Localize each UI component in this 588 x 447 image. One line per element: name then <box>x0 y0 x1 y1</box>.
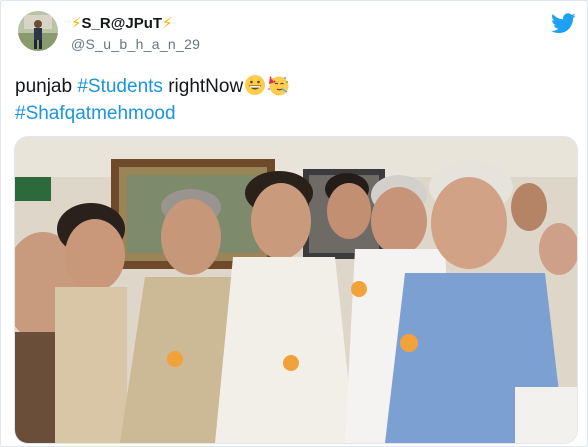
text-plain: rightNow <box>162 76 244 97</box>
tweet-text-line-1: punjab #Students rightNow <box>15 73 289 100</box>
author-handle[interactable]: @S_u_b_h_a_n_29 <box>71 36 200 52</box>
display-name-text: S_R@JPuT <box>81 15 163 32</box>
tweet-photo[interactable] <box>14 136 578 444</box>
text-plain: punjab <box>15 76 78 97</box>
lightning-icon: ⚡ <box>71 15 82 32</box>
avatar[interactable] <box>18 11 58 51</box>
hashtag-shafqatmehmood[interactable]: #Shafqatmehmood <box>15 103 176 124</box>
lightning-icon: ⚡ <box>162 15 173 32</box>
twitter-bird-icon[interactable] <box>551 13 576 34</box>
author-display-name[interactable]: ⚡S_R@JPuT⚡ <box>71 14 173 32</box>
tweet-text: punjab #Students rightNow #Shafqatmehmoo… <box>15 73 289 127</box>
partying-face-icon <box>268 76 289 96</box>
grinning-face-icon <box>245 75 266 95</box>
tweet-card: ⚡S_R@JPuT⚡ @S_u_b_h_a_n_29 punjab #Stude… <box>0 0 588 447</box>
group-photo-image <box>15 137 577 443</box>
tweet-text-line-2: #Shafqatmehmood <box>15 100 289 127</box>
hashtag-students[interactable]: #Students <box>77 76 163 97</box>
